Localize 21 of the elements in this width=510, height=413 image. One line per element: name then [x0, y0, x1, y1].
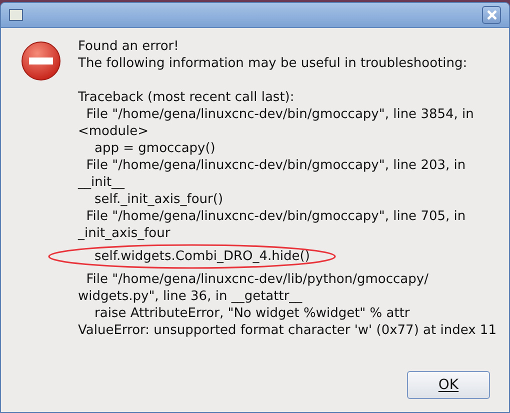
traceback-line: _init_axis_four — [78, 225, 172, 242]
traceback-line: self._init_axis_four() — [94, 191, 224, 208]
traceback-line: app = gmoccapy() — [94, 140, 216, 157]
traceback-line: <module> — [78, 123, 150, 140]
traceback-line: File "/home/gena/linuxcnc-dev/bin/gmoccapy", line 203, in — [85, 157, 467, 174]
error-icon — [20, 41, 60, 81]
traceback-line: ValueError: unsupported format character 'w' (0x77) at index 11 — [78, 322, 496, 339]
ok-button[interactable]: OK — [407, 371, 490, 399]
close-button[interactable] — [482, 6, 501, 24]
window-icon — [9, 9, 23, 21]
error-heading: Found an error! — [78, 38, 180, 55]
traceback-line: File "/home/gena/linuxcnc-dev/bin/gmoccapy", line 3854, in — [85, 106, 475, 123]
traceback-line: __init__ — [78, 174, 126, 191]
traceback-line: File "/home/gena/linuxcnc-dev/bin/gmoccapy", line 705, in — [85, 208, 467, 225]
traceback-line: Traceback (most recent call last): — [78, 89, 296, 106]
traceback-line: widgets.py", line 36, in __getattr__ — [78, 288, 304, 305]
traceback-line: self.widgets.Combi_DRO_4.hide() — [94, 248, 310, 265]
error-description: The following information may be useful in troubleshooting: — [78, 55, 468, 72]
traceback-line: raise AttributeError, "No widget %widget" % attr — [94, 305, 411, 322]
traceback-line: File "/home/gena/linuxcnc-dev/lib/python/gmoccapy/ — [85, 271, 430, 288]
close-icon — [486, 10, 496, 20]
